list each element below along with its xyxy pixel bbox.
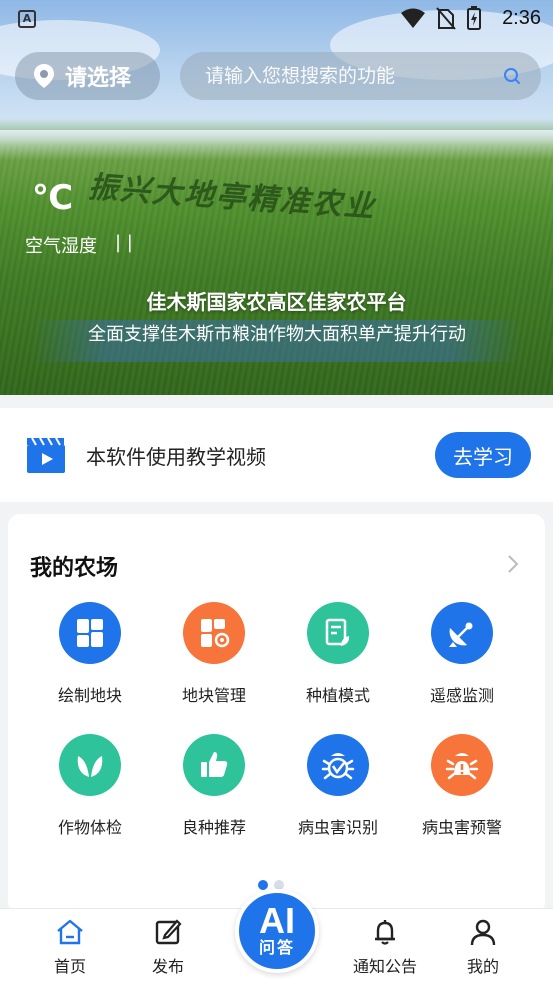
tab-home[interactable]: 首页 (30, 917, 110, 977)
search-icon[interactable] (503, 67, 521, 85)
no-sim-icon (436, 7, 456, 30)
farm-item-pest-warning[interactable]: 病虫害预警 (400, 734, 524, 838)
farm-item-label: 地块管理 (181, 686, 246, 705)
accessibility-icon: A (18, 10, 36, 28)
tab-label: 发布 (151, 957, 184, 976)
tutorial-text: 本软件使用教学视频 (86, 444, 266, 469)
banner-title: 佳木斯国家农高区佳家农平台 (146, 290, 407, 314)
hero-banner: A 2:36 请选择 ℃ (0, 0, 553, 395)
location-selector[interactable]: 请选择 (15, 52, 160, 100)
page-dot (258, 880, 268, 890)
tab-publish[interactable]: 发布 (128, 917, 208, 977)
leaf-icon (59, 734, 121, 796)
farm-item-label: 种植模式 (305, 686, 370, 705)
learn-button[interactable]: 去学习 (435, 432, 531, 478)
user-icon (470, 919, 496, 946)
satellite-icon (431, 602, 493, 664)
farm-item-label: 遥感监测 (429, 686, 494, 705)
my-farm-card: 我的农场 绘制地块 地块管理 种植模式 遥感监测 作物体检 良种推荐 病虫害识别… (8, 514, 545, 914)
video-clapper-icon (27, 437, 65, 473)
edit-icon (155, 919, 182, 945)
location-label: 请选择 (65, 66, 132, 91)
farm-item-label: 作物体检 (57, 818, 122, 837)
search-bar[interactable] (180, 52, 541, 100)
farm-item-plot-manage[interactable]: 地块管理 (152, 602, 276, 706)
system-icons (400, 6, 482, 30)
tab-label: 通知公告 (352, 957, 417, 976)
tab-notice[interactable]: 通知公告 (345, 917, 425, 977)
banner-subtitle: 全面支撑佳木斯市粮油作物大面积单产提升行动 (32, 320, 522, 362)
tutorial-bar: 本软件使用教学视频 去学习 (0, 408, 553, 502)
bell-icon (375, 920, 395, 945)
status-bar: A 2:36 (0, 0, 553, 38)
farm-item-planting-mode[interactable]: 种植模式 (276, 602, 400, 706)
bug-icon (307, 734, 369, 796)
my-farm-title: 我的农场 (30, 556, 119, 581)
home-icon (57, 919, 83, 945)
farm-item-label: 病虫害预警 (421, 818, 502, 837)
draw-plot-icon (59, 602, 121, 664)
farm-item-remote-sensing[interactable]: 遥感监测 (400, 602, 524, 706)
planting-mode-icon (307, 602, 369, 664)
plot-manage-icon (183, 602, 245, 664)
farm-item-crop-check[interactable]: 作物体检 (28, 734, 152, 838)
tab-label: 首页 (53, 957, 86, 976)
ai-qa-button[interactable]: AI 问答 (235, 889, 319, 973)
bug-alert-icon (431, 734, 493, 796)
ai-label: AI (259, 900, 295, 941)
clock: 2:36 (502, 7, 541, 29)
humidity-value: | | (115, 232, 133, 253)
farm-item-label: 病虫害识别 (297, 818, 378, 837)
horizon-haze (0, 130, 553, 160)
farm-function-grid: 绘制地块 地块管理 种植模式 遥感监测 作物体检 良种推荐 病虫害识别 病虫害预… (28, 602, 524, 838)
humidity-label: 空气湿度 (25, 236, 97, 257)
thumbs-up-icon (183, 734, 245, 796)
farm-item-seed-recommend[interactable]: 良种推荐 (152, 734, 276, 838)
farm-item-draw-plot[interactable]: 绘制地块 (28, 602, 152, 706)
farm-item-label: 良种推荐 (181, 818, 246, 837)
chevron-right-icon[interactable] (503, 552, 523, 576)
farm-item-label: 绘制地块 (57, 686, 122, 705)
tab-label: 我的 (466, 957, 499, 976)
farm-item-pest-identify[interactable]: 病虫害识别 (276, 734, 400, 838)
search-input[interactable] (205, 65, 503, 87)
temperature: ℃ (32, 178, 74, 218)
battery-icon (467, 6, 481, 30)
ai-sublabel: 问答 (258, 938, 295, 957)
location-pin-icon (34, 64, 54, 88)
tab-mine[interactable]: 我的 (443, 917, 523, 977)
wifi-icon (401, 8, 425, 28)
